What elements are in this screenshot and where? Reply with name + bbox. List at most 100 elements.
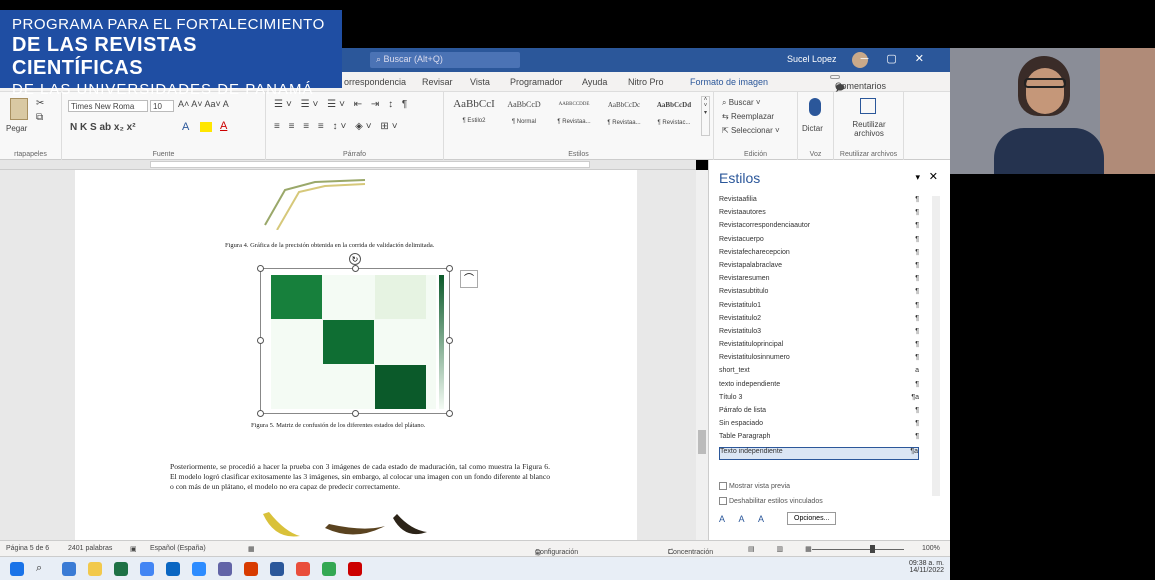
show-preview-checkbox[interactable]: Mostrar vista previa [719, 482, 790, 490]
style-item[interactable]: Revistaresumen ¶ [719, 275, 919, 288]
styles-scroll[interactable]: ˄ ˅ ▾ [701, 96, 710, 136]
style-item[interactable]: Sin espaciado ¶ [719, 420, 919, 433]
scrollbar-thumb[interactable] [698, 430, 706, 454]
proofing-icon[interactable]: ▣ [130, 545, 137, 553]
tab-nitro-pro[interactable]: Nitro Pro [628, 77, 664, 87]
tab-programador[interactable]: Programador [510, 77, 563, 87]
find-button[interactable]: ⌕ Buscar ˅ [722, 98, 761, 108]
style-item[interactable]: Revistacorrespondenciaautor ¶ [719, 222, 919, 235]
task-view-icon[interactable] [62, 562, 76, 576]
microphone-icon[interactable] [809, 98, 821, 116]
layout-options-icon[interactable]: ⌒ [460, 270, 478, 288]
style-item[interactable]: Revistatitulo2 ¶ [719, 315, 919, 328]
word-icon[interactable] [270, 562, 284, 576]
maximize-icon[interactable]: ▢ [886, 53, 914, 65]
style-item[interactable]: Párrafo de lista ¶ [719, 407, 919, 420]
resize-handle[interactable] [257, 337, 264, 344]
styles-panel-scrollbar[interactable] [932, 196, 940, 496]
grow-font-icon[interactable]: A˄ A˅ Aa˅ A [178, 99, 229, 109]
font-name-select[interactable]: Times New Roma [68, 100, 148, 112]
style-normal[interactable]: AaBbCcD ¶ Normal [500, 98, 548, 138]
excel-icon[interactable] [114, 562, 128, 576]
comments-button[interactable]: 🗩 Comentarios [830, 75, 886, 93]
accessibility-icon[interactable]: ▦ [248, 545, 255, 553]
style-item[interactable]: Revistacuerpo ¶ [719, 236, 919, 249]
search-box[interactable]: ⌕ Buscar (Alt+Q) [370, 52, 520, 68]
options-button[interactable]: Opciones... [787, 512, 837, 525]
cut-icon[interactable]: ✂ [36, 98, 44, 109]
app-icon[interactable] [296, 562, 310, 576]
tab-vista[interactable]: Vista [470, 77, 490, 87]
rotate-handle-icon[interactable]: ↻ [349, 253, 361, 265]
style-action-icons[interactable]: A A A [719, 514, 770, 524]
text-effects-icon[interactable]: A [182, 121, 189, 133]
tab-correspondencia[interactable]: orrespondencia [344, 77, 406, 87]
highlight-icon[interactable] [200, 122, 212, 132]
zoom-slider[interactable] [812, 549, 904, 550]
resize-handle[interactable] [352, 410, 359, 417]
style-item[interactable]: Revistafecharecepcion ¶ [719, 249, 919, 262]
zoom-slider-thumb[interactable] [870, 545, 875, 553]
resize-handle[interactable] [446, 265, 453, 272]
page-count[interactable]: Página 5 de 6 [6, 545, 49, 552]
font-size-select[interactable]: 10 [150, 100, 174, 112]
copy-icon[interactable]: ⧉ [36, 112, 43, 123]
outlook-icon[interactable] [166, 562, 180, 576]
reuse-files-icon[interactable] [860, 98, 876, 114]
style-item[interactable]: Revistaafilia ¶ [719, 196, 919, 209]
windows-start-icon[interactable] [10, 562, 24, 576]
style-item[interactable]: Revistapalabraclave ¶ [719, 262, 919, 275]
format-icons[interactable]: N K S ab x₂ x² [70, 122, 136, 133]
list-icons[interactable]: ☰˅ ☰˅ ☰˅ ⇤ ⇥ ↕ ¶ [274, 99, 410, 110]
style-item[interactable]: short_text a [719, 367, 919, 380]
tab-revisar[interactable]: Revisar [422, 77, 453, 87]
pdf-icon[interactable] [348, 562, 362, 576]
confusion-matrix-image[interactable]: ↻ [257, 253, 453, 417]
chrome-alt-icon[interactable] [322, 562, 336, 576]
document-page[interactable]: Figura 4. Gráfica de la precisión obteni… [75, 170, 637, 540]
style-item[interactable]: texto independiente ¶ [719, 381, 919, 394]
resize-handle[interactable] [257, 410, 264, 417]
powerpoint-icon[interactable] [244, 562, 258, 576]
replace-button[interactable]: ⇆ Reemplazar [722, 112, 774, 121]
style-item[interactable]: Revistaautores ¶ [719, 209, 919, 222]
tab-ayuda[interactable]: Ayuda [582, 77, 607, 87]
style-item[interactable]: Revistatitulo3 ¶ [719, 328, 919, 341]
resize-handle[interactable] [352, 265, 359, 272]
chrome-icon[interactable] [140, 562, 154, 576]
style-revistaa-2[interactable]: AaBbCcDc ¶ Revistaa... [600, 98, 648, 138]
system-clock[interactable]: 09:38 a. m. 14/11/2022 [909, 560, 944, 574]
zoom-level[interactable]: 100% [922, 545, 940, 552]
style-item[interactable]: Revistatituloprincipal ¶ [719, 341, 919, 354]
resize-handle[interactable] [446, 337, 453, 344]
style-item-selected[interactable]: Texto independiente ¶a [719, 446, 919, 460]
document-scrollbar[interactable] [696, 170, 708, 540]
resize-handle[interactable] [257, 265, 264, 272]
style-item[interactable]: Table Paragraph ¶ [719, 433, 919, 446]
align-icons[interactable]: ≡ ≡ ≡ ≡ ↕˅ ◈˅ ⊞˅ [274, 121, 401, 132]
language[interactable]: Español (España) [150, 545, 206, 552]
reuse-files-button[interactable]: Reutilizar archivos [838, 120, 900, 138]
paste-icon[interactable] [10, 98, 28, 120]
close-icon[interactable]: ✕ [915, 53, 942, 65]
style-estilo2[interactable]: AaBbCcI ¶ Estilo2 [450, 98, 498, 138]
file-explorer-icon[interactable] [88, 562, 102, 576]
dictate-button[interactable]: Dictar [802, 124, 823, 133]
body-paragraph[interactable]: Posteriormente, se procedió a hacer la p… [170, 462, 550, 492]
view-buttons[interactable]: ▤ ▥ ▦ [748, 545, 822, 553]
minimize-icon[interactable]: ─ [861, 53, 887, 65]
close-icon[interactable]: ✕ [929, 170, 938, 183]
search-icon[interactable]: ⌕ [36, 562, 50, 576]
style-item[interactable]: Revistatitulo1 ¶ [719, 302, 919, 315]
style-item[interactable]: Título 3 ¶a [719, 394, 919, 407]
zoom-app-icon[interactable] [192, 562, 206, 576]
word-count[interactable]: 2401 palabras [68, 545, 112, 552]
style-revistaa-1[interactable]: AABBCCDDE ¶ Revistaa... [550, 98, 598, 138]
user-name[interactable]: Sucel Lopez [787, 54, 837, 64]
paste-button[interactable]: Pegar [6, 124, 27, 133]
panel-menu-icon[interactable]: ▾ [915, 172, 920, 183]
teams-icon[interactable] [218, 562, 232, 576]
tab-formato-imagen[interactable]: Formato de imagen [690, 77, 768, 87]
font-color-icon[interactable]: A [220, 120, 227, 132]
style-revistac[interactable]: AaBbCcDd ¶ Revistac... [650, 98, 698, 138]
